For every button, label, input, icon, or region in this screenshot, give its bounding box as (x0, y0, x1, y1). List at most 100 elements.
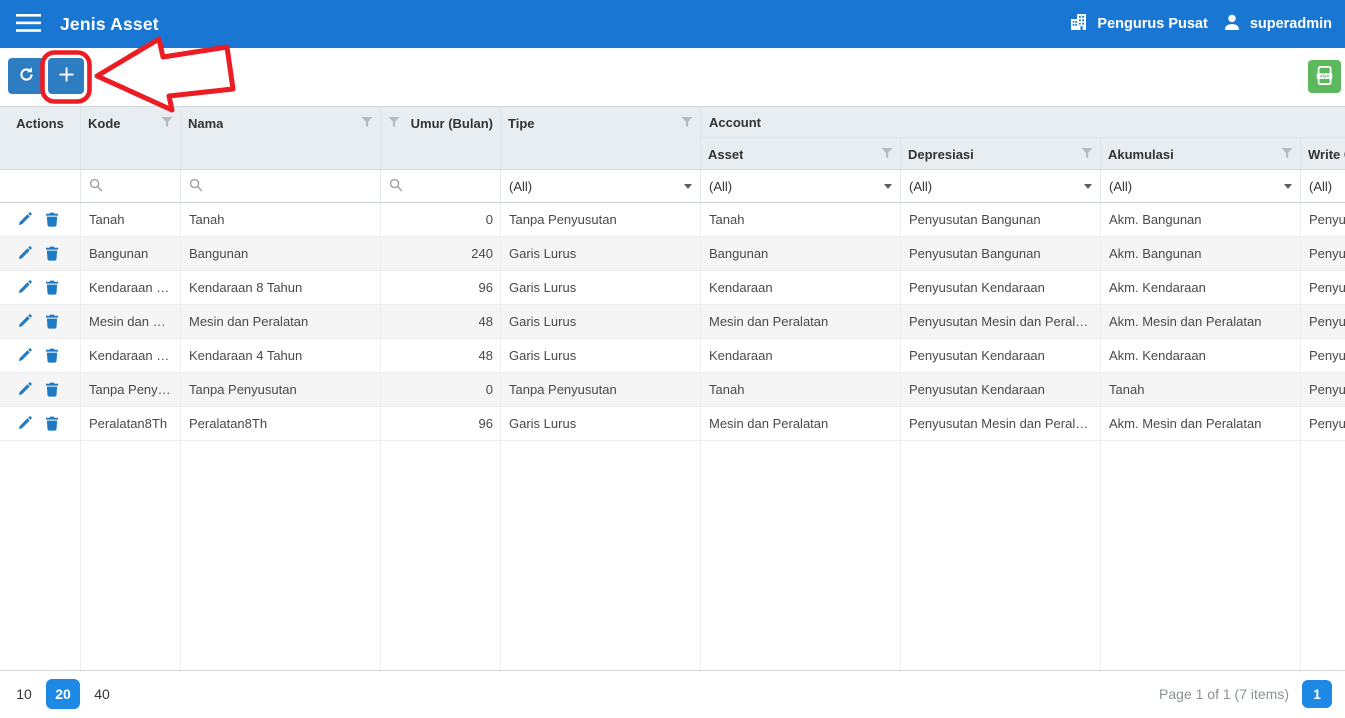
delete-trash-icon[interactable] (45, 382, 59, 397)
cell-asset: Mesin dan Peralatan (701, 305, 901, 338)
cell-kode: Peralatan8Th (81, 407, 181, 440)
row-actions (0, 271, 81, 304)
table-row[interactable]: Peralatan8Th Peralatan8Th 96 Garis Lurus… (0, 407, 1345, 441)
cell-writeoff: Penyusutan (1301, 339, 1345, 372)
cell-writeoff: Penyusutan (1301, 305, 1345, 338)
filter-funnel-icon[interactable] (1277, 147, 1293, 162)
cell-akumulasi: Akm. Kendaraan (1101, 339, 1301, 372)
cell-depresiasi: Penyusutan Kendaraan (901, 271, 1101, 304)
cell-akumulasi: Akm. Bangunan (1101, 203, 1301, 236)
filter-funnel-icon[interactable] (157, 116, 173, 131)
person-icon (1223, 13, 1241, 36)
cell-umur: 96 (381, 271, 501, 304)
menu-button[interactable] (16, 14, 41, 35)
edit-pencil-icon[interactable] (17, 280, 32, 295)
cell-depresiasi: Penyusutan Bangunan (901, 237, 1101, 270)
column-header-kode[interactable]: Kode (81, 107, 181, 169)
delete-trash-icon[interactable] (45, 314, 59, 329)
column-header-tipe[interactable]: Tipe (501, 107, 701, 169)
filter-funnel-icon[interactable] (1077, 147, 1093, 162)
filter-funnel-icon[interactable] (388, 116, 400, 131)
edit-pencil-icon[interactable] (17, 246, 32, 261)
row-actions (0, 237, 81, 270)
edit-pencil-icon[interactable] (17, 212, 32, 227)
table-row[interactable]: Kendaraan 8th Kendaraan 8 Tahun 96 Garis… (0, 271, 1345, 305)
page-size-10[interactable]: 10 (13, 686, 35, 702)
column-header-depresiasi[interactable]: Depresiasi (901, 138, 1101, 169)
filter-select-asset[interactable]: (All) (701, 170, 901, 202)
edit-pencil-icon[interactable] (17, 416, 32, 431)
grid-empty-area (0, 441, 1345, 670)
cell-asset: Kendaraan (701, 339, 901, 372)
table-row[interactable]: Kendaraan 4th Kendaraan 4 Tahun 48 Garis… (0, 339, 1345, 373)
delete-trash-icon[interactable] (45, 348, 59, 363)
delete-trash-icon[interactable] (45, 416, 59, 431)
cell-akumulasi: Akm. Mesin dan Peralatan (1101, 305, 1301, 338)
organization-switcher[interactable]: Pengurus Pusat (1069, 12, 1207, 36)
cell-depresiasi: Penyusutan Mesin dan Peralatan (901, 407, 1101, 440)
add-button[interactable] (48, 58, 84, 94)
cell-writeoff: Penyusutan (1301, 407, 1345, 440)
cell-writeoff: Penyusutan (1301, 373, 1345, 406)
filter-select-tipe[interactable]: (All) (501, 170, 701, 202)
page-button-1[interactable]: 1 (1302, 680, 1332, 708)
row-actions (0, 305, 81, 338)
cell-asset: Mesin dan Peralatan (701, 407, 901, 440)
table-row[interactable]: Tanpa Penyusutan Tanpa Penyusutan 0 Tanp… (0, 373, 1345, 407)
table-row[interactable]: Tanah Tanah 0 Tanpa Penyusutan Tanah Pen… (0, 203, 1345, 237)
cell-writeoff: Penyusutan (1301, 271, 1345, 304)
delete-trash-icon[interactable] (45, 280, 59, 295)
filter-search-kode[interactable] (81, 170, 181, 202)
cell-asset: Kendaraan (701, 271, 901, 304)
page-title: Jenis Asset (60, 14, 159, 35)
chevron-down-icon (684, 184, 692, 189)
refresh-button[interactable] (8, 58, 44, 94)
cell-umur: 0 (381, 373, 501, 406)
cell-tipe: Garis Lurus (501, 271, 701, 304)
filter-select-writeoff[interactable]: (All) (1301, 170, 1345, 202)
column-header-umur[interactable]: Umur (Bulan) (381, 107, 501, 169)
cell-writeoff: Penyusutan (1301, 203, 1345, 236)
search-icon (89, 178, 103, 195)
cell-tipe: Garis Lurus (501, 407, 701, 440)
filter-search-umur[interactable] (381, 170, 501, 202)
filter-funnel-icon[interactable] (677, 116, 693, 131)
column-header-nama[interactable]: Nama (181, 107, 381, 169)
column-header-writeoff[interactable]: Write Off (1301, 138, 1345, 169)
cell-depresiasi: Penyusutan Bangunan (901, 203, 1101, 236)
cell-akumulasi: Akm. Mesin dan Peralatan (1101, 407, 1301, 440)
column-header-akumulasi[interactable]: Akumulasi (1101, 138, 1301, 169)
user-menu[interactable]: superadmin (1223, 13, 1332, 36)
filter-funnel-icon[interactable] (877, 147, 893, 162)
cell-nama: Peralatan8Th (181, 407, 381, 440)
table-row[interactable]: Bangunan Bangunan 240 Garis Lurus Bangun… (0, 237, 1345, 271)
grid-body: Tanah Tanah 0 Tanpa Penyusutan Tanah Pen… (0, 203, 1345, 441)
toolbar: xlsx (0, 48, 1345, 106)
cell-tipe: Garis Lurus (501, 305, 701, 338)
filter-search-nama[interactable] (181, 170, 381, 202)
appbar-right: Pengurus Pusat superadmin (1069, 12, 1345, 36)
app-header: Jenis Asset Pengurus Pusat (0, 0, 1345, 48)
cell-tipe: Tanpa Penyusutan (501, 373, 701, 406)
search-icon (189, 178, 203, 195)
delete-trash-icon[interactable] (45, 212, 59, 227)
column-band-account: Account Asset Depresiasi Akumulasi (701, 107, 1345, 169)
filter-select-depresiasi[interactable]: (All) (901, 170, 1101, 202)
filter-select-akumulasi[interactable]: (All) (1101, 170, 1301, 202)
cell-depresiasi: Penyusutan Kendaraan (901, 339, 1101, 372)
export-xlsx-button[interactable]: xlsx (1308, 60, 1341, 93)
grid-filter-row: (All) (All) (All) (All) (All) (0, 170, 1345, 203)
table-row[interactable]: Mesin dan Peralatan Mesin dan Peralatan … (0, 305, 1345, 339)
cell-depresiasi: Penyusutan Kendaraan (901, 373, 1101, 406)
column-header-asset[interactable]: Asset (701, 138, 901, 169)
edit-pencil-icon[interactable] (17, 348, 32, 363)
row-actions (0, 407, 81, 440)
delete-trash-icon[interactable] (45, 246, 59, 261)
filter-funnel-icon[interactable] (357, 116, 373, 131)
edit-pencil-icon[interactable] (17, 382, 32, 397)
cell-akumulasi: Akm. Bangunan (1101, 237, 1301, 270)
page-size-40[interactable]: 40 (91, 686, 113, 702)
cell-kode: Tanah (81, 203, 181, 236)
page-size-20-selected[interactable]: 20 (46, 679, 80, 709)
edit-pencil-icon[interactable] (17, 314, 32, 329)
